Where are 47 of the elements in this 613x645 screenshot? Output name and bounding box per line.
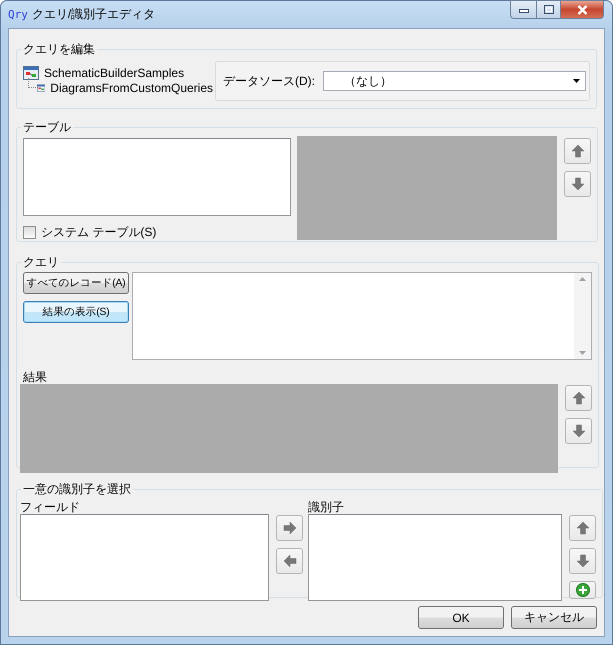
left-arrow-icon — [282, 553, 298, 569]
maximize-button[interactable] — [536, 0, 561, 19]
table-list[interactable] — [23, 138, 291, 216]
checkbox-label[interactable]: システム テーブル(S) — [41, 224, 156, 241]
identifier-list[interactable] — [308, 514, 562, 601]
down-arrow-icon — [574, 553, 590, 569]
up-arrow-icon — [570, 390, 586, 406]
right-arrow-icon — [282, 520, 298, 536]
cancel-button[interactable]: キャンセル — [511, 606, 597, 629]
down-arrow-icon — [570, 423, 586, 439]
app-logo: Qry — [8, 8, 28, 21]
list-label: 識別子 — [308, 499, 345, 514]
tree-item[interactable]: SchematicBuilderSamples — [44, 66, 184, 80]
move-down-button[interactable] — [564, 171, 591, 197]
group-title: テーブル — [23, 120, 71, 134]
close-icon — [576, 4, 588, 14]
show-results-button[interactable]: 結果の表示(S) — [23, 301, 129, 323]
data-source-dropdown[interactable]: （なし） — [323, 71, 586, 91]
dropdown-arrow-icon — [573, 79, 580, 83]
tree-item[interactable]: DiagramsFromCustomQueries — [50, 80, 213, 94]
plus-icon — [576, 583, 590, 597]
move-up-button[interactable] — [564, 138, 591, 164]
add-button[interactable] — [569, 581, 596, 599]
group-title: 一意の識別子を選択 — [23, 482, 131, 496]
checkbox[interactable] — [23, 226, 36, 239]
maximize-icon — [544, 5, 554, 14]
move-down-button[interactable] — [569, 548, 596, 574]
window-title: クエリ/識別子エディタ — [32, 6, 156, 23]
move-up-button[interactable] — [569, 515, 596, 541]
group-title: クエリ — [23, 255, 59, 269]
minimize-button[interactable] — [510, 0, 536, 19]
move-up-button[interactable] — [565, 385, 592, 411]
move-down-button[interactable] — [565, 418, 592, 444]
field-label: データソース(D): — [223, 72, 315, 90]
move-left-button[interactable] — [276, 548, 303, 574]
minimize-icon — [518, 6, 528, 12]
move-right-button[interactable] — [276, 515, 303, 541]
field-list[interactable] — [20, 514, 269, 601]
down-arrow-icon — [570, 176, 586, 192]
ok-button[interactable]: OK — [418, 606, 504, 629]
up-arrow-icon — [574, 520, 590, 536]
list-label: フィールド — [20, 499, 81, 514]
section-label: 結果 — [23, 369, 48, 384]
close-button[interactable] — [561, 0, 604, 19]
group-title: クエリを編集 — [23, 42, 95, 56]
all-records-button[interactable]: すべてのレコード(A) — [23, 272, 129, 294]
up-arrow-icon — [570, 143, 586, 159]
